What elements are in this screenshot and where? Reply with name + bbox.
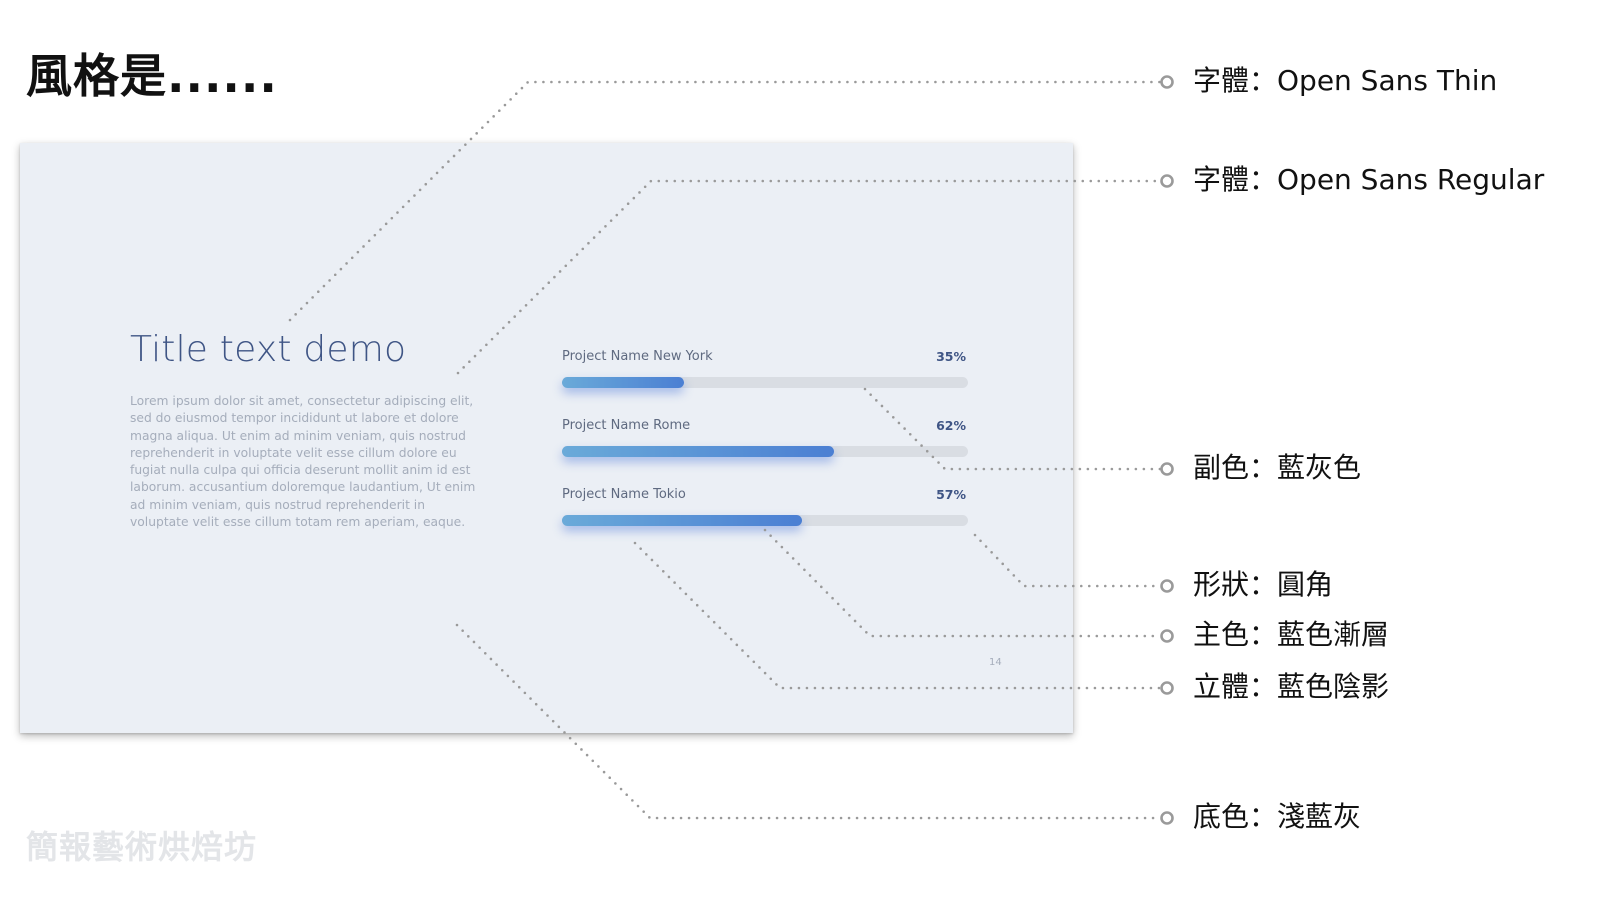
project-percent: 62% xyxy=(936,418,966,433)
slide-preview: Title text demo Lorem ipsum dolor sit am… xyxy=(20,143,1073,733)
leader-end-circle xyxy=(1160,174,1174,188)
slide-page-number: 14 xyxy=(989,657,1002,668)
slide-body-text: Lorem ipsum dolor sit amet, consectetur … xyxy=(130,394,476,530)
annotation-secondary-color: 副色：藍灰色 xyxy=(1193,451,1362,484)
project-name: Project Name New York xyxy=(562,349,713,364)
project-name: Project Name Tokio xyxy=(562,487,686,502)
leader-end-circle xyxy=(1160,629,1174,643)
leader-end-circle xyxy=(1160,462,1174,476)
project-percent: 57% xyxy=(936,487,966,502)
project-name: Project Name Rome xyxy=(562,418,691,433)
watermark-text: 簡報藝術烘焙坊 xyxy=(26,828,258,866)
progress-fill xyxy=(562,515,802,526)
annotation-primary-color: 主色：藍色漸層 xyxy=(1193,618,1390,651)
progress-track xyxy=(562,515,968,526)
progress-track xyxy=(562,446,968,457)
annotation-title-font: 字體：Open Sans Thin xyxy=(1193,64,1498,97)
leader-end-circle xyxy=(1160,681,1174,695)
progress-track xyxy=(562,377,968,388)
project-percent: 35% xyxy=(936,349,966,364)
annotation-body-font: 字體：Open Sans Regular xyxy=(1193,163,1545,196)
leader-end-circle xyxy=(1160,811,1174,825)
annotation-shape: 形狀：圓角 xyxy=(1193,568,1334,601)
page-heading: 風格是...... xyxy=(26,49,278,103)
annotation-background-color: 底色：淺藍灰 xyxy=(1193,800,1362,833)
slide-title: Title text demo xyxy=(130,329,407,370)
progress-fill xyxy=(562,446,835,457)
leader-end-circle xyxy=(1160,75,1174,89)
progress-fill xyxy=(562,377,684,388)
annotation-depth: 立體：藍色陰影 xyxy=(1193,670,1390,703)
leader-end-circle xyxy=(1160,579,1174,593)
